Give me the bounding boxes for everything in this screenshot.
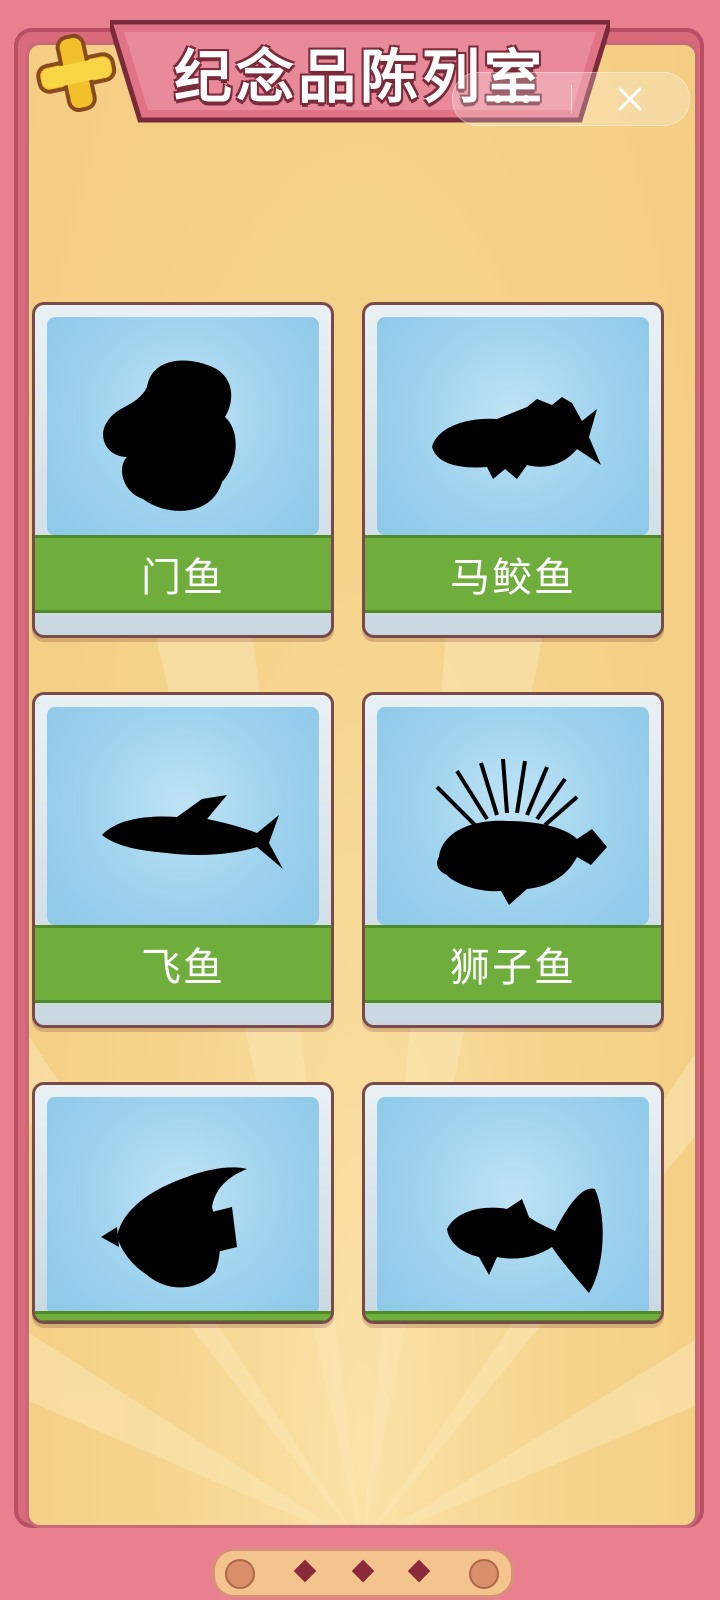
lionfish-silhouette-icon — [435, 758, 607, 905]
card-background — [47, 707, 319, 925]
card-label — [35, 1311, 331, 1321]
souvenir-card[interactable] — [362, 1082, 664, 1324]
page-dot[interactable] — [293, 1559, 317, 1583]
mackerel-silhouette-icon — [432, 397, 601, 479]
card-background — [377, 1097, 649, 1315]
page-dot[interactable] — [351, 1559, 375, 1583]
souvenir-card[interactable]: 飞鱼 — [32, 692, 334, 1028]
next-page-icon[interactable] — [469, 1559, 499, 1589]
card-label: 飞鱼 — [35, 925, 331, 1003]
door-fish-silhouette-icon — [103, 360, 236, 511]
card-label: 门鱼 — [35, 535, 331, 613]
card-background — [47, 317, 319, 535]
card-label — [365, 1311, 661, 1321]
guppy-silhouette-icon — [447, 1188, 603, 1293]
card-background — [377, 317, 649, 535]
close-icon[interactable] — [572, 73, 690, 125]
souvenir-card[interactable]: 马鲛鱼 — [362, 302, 664, 638]
miniprogram-capsule — [452, 72, 690, 126]
souvenir-card[interactable] — [32, 1082, 334, 1324]
angelfish-silhouette-icon — [101, 1167, 247, 1288]
card-background — [47, 1097, 319, 1315]
card-background — [377, 707, 649, 925]
page-indicator — [212, 1548, 514, 1598]
souvenir-card[interactable]: 狮子鱼 — [362, 692, 664, 1028]
more-dots-icon[interactable] — [453, 73, 571, 125]
flying-fish-silhouette-icon — [102, 795, 283, 869]
page-dot[interactable] — [407, 1559, 431, 1583]
x-close-icon[interactable] — [30, 30, 122, 114]
souvenir-card[interactable]: 门鱼 — [32, 302, 334, 638]
prev-page-icon[interactable] — [225, 1559, 255, 1589]
card-label: 狮子鱼 — [365, 925, 661, 1003]
card-label: 马鲛鱼 — [365, 535, 661, 613]
